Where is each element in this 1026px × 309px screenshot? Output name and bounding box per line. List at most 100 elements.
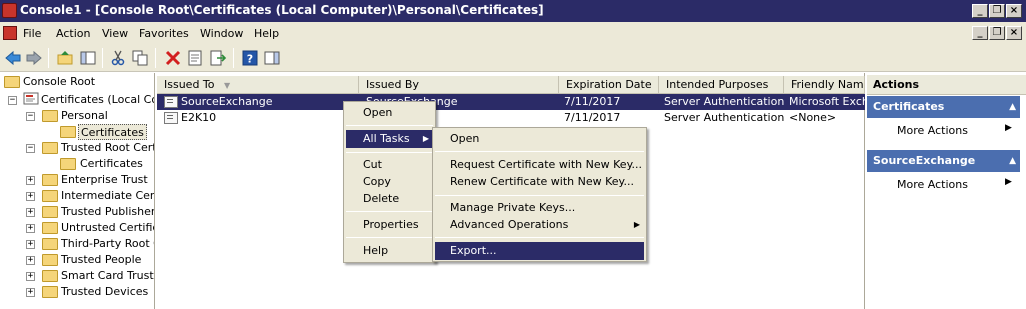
tree-certificates-local-computer[interactable]: Certificates (Local Com: [41, 92, 154, 108]
collapse-icon[interactable]: −: [26, 112, 35, 121]
cell-expiration-date: 7/11/2017: [564, 111, 621, 124]
child-restore-button[interactable]: ❐: [989, 26, 1005, 40]
show-hide-action-pane-icon[interactable]: [263, 49, 281, 67]
table-row[interactable]: SourceExchange SourceExchange 7/11/2017 …: [157, 94, 865, 110]
delete-icon[interactable]: [164, 49, 182, 67]
tree-third-party-root[interactable]: Third-Party Root C: [61, 236, 154, 252]
expand-icon[interactable]: +: [26, 208, 35, 217]
toolbar-separator: [102, 48, 103, 68]
restore-button[interactable]: ❐: [989, 4, 1005, 18]
table-row[interactable]: E2K10 7/11/2017 Server Authentication <N…: [157, 110, 865, 126]
submenu-manage-private-keys[interactable]: Manage Private Keys...: [433, 199, 646, 217]
context-cut[interactable]: Cut: [344, 156, 435, 174]
close-button[interactable]: ×: [1006, 4, 1022, 18]
actions-section-sourceexchange[interactable]: SourceExchange ▲: [867, 150, 1020, 172]
folder-icon: [42, 142, 58, 154]
submenu-advanced-operations[interactable]: Advanced Operations ▶: [433, 216, 646, 234]
expand-icon[interactable]: +: [26, 176, 35, 185]
column-header-friendly-name[interactable]: Friendly Name: [784, 76, 865, 94]
tree-personal-certificates[interactable]: Certificates: [78, 124, 147, 140]
cell-expiration-date: 7/11/2017: [564, 95, 621, 108]
column-header-intended-purposes[interactable]: Intended Purposes: [659, 76, 784, 94]
context-all-tasks[interactable]: All Tasks ▶: [346, 130, 433, 148]
actions-section-certificates[interactable]: Certificates ▲: [867, 96, 1020, 118]
all-tasks-submenu: Open Request Certificate with New Key...…: [432, 127, 647, 262]
column-header-issued-to[interactable]: Issued To ▼: [157, 76, 359, 94]
cell-issued-to: E2K10: [181, 111, 217, 124]
expand-icon[interactable]: +: [26, 240, 35, 249]
toolbar: ?: [0, 44, 1026, 72]
tree-console-root[interactable]: Console Root: [23, 74, 95, 90]
menu-view[interactable]: View: [102, 27, 128, 40]
minimize-button[interactable]: _: [972, 4, 988, 18]
submenu-arrow-icon: ▶: [1005, 177, 1012, 187]
help-icon[interactable]: ?: [241, 49, 259, 67]
column-header-expiration-date[interactable]: Expiration Date: [559, 76, 659, 94]
cell-intended-purposes: Server Authentication: [664, 95, 784, 108]
menu-bar: File Action View Favorites Window Help _…: [0, 22, 1026, 44]
column-header-issued-by[interactable]: Issued By: [359, 76, 559, 94]
up-folder-icon[interactable]: [56, 49, 74, 67]
menu-help[interactable]: Help: [254, 27, 279, 40]
toolbar-separator: [48, 48, 49, 68]
menu-file[interactable]: File: [23, 27, 41, 40]
folder-icon: [42, 110, 58, 122]
cut-icon[interactable]: [109, 49, 127, 67]
collapse-icon[interactable]: −: [8, 96, 17, 105]
tree-personal[interactable]: Personal: [61, 108, 108, 124]
export-list-icon[interactable]: [209, 49, 227, 67]
properties-icon[interactable]: [186, 49, 204, 67]
folder-icon: [42, 286, 58, 298]
column-header-label: Friendly Name: [791, 78, 865, 91]
expand-icon[interactable]: +: [26, 256, 35, 265]
tree-trusted-root-certificates[interactable]: Certificates: [80, 156, 143, 172]
child-minimize-button[interactable]: _: [972, 26, 988, 40]
context-menu: Open All Tasks ▶ Cut Copy Delete Properti…: [343, 101, 436, 263]
folder-icon: [42, 238, 58, 250]
menu-separator: [435, 195, 644, 196]
back-arrow-icon[interactable]: [4, 49, 22, 67]
submenu-open[interactable]: Open: [433, 130, 646, 148]
section-label: Certificates: [873, 100, 945, 113]
context-properties[interactable]: Properties: [344, 216, 435, 234]
collapse-arrow-icon[interactable]: ▲: [1009, 150, 1016, 172]
context-open[interactable]: Open: [344, 104, 435, 122]
menu-window[interactable]: Window: [200, 27, 243, 40]
submenu-renew-certificate-new-key[interactable]: Renew Certificate with New Key...: [433, 173, 646, 191]
context-copy[interactable]: Copy: [344, 173, 435, 191]
console-menu-icon[interactable]: [3, 26, 17, 40]
certificate-store-icon: [23, 92, 39, 105]
tree-intermediate[interactable]: Intermediate Certif: [61, 188, 154, 204]
tree-trusted-people[interactable]: Trusted People: [61, 252, 141, 268]
more-actions-certificates[interactable]: More Actions: [897, 124, 968, 137]
copy-icon[interactable]: [131, 49, 149, 67]
toolbar-separator: [155, 48, 156, 68]
column-header-label: Issued By: [366, 78, 419, 91]
forward-arrow-icon[interactable]: [25, 49, 43, 67]
tree-untrusted[interactable]: Untrusted Certifica: [61, 220, 154, 236]
tree-trusted-root[interactable]: Trusted Root Certi: [61, 140, 154, 156]
submenu-export[interactable]: Export...: [435, 242, 644, 260]
child-close-button[interactable]: ×: [1006, 26, 1022, 40]
collapse-arrow-icon[interactable]: ▲: [1009, 96, 1016, 118]
context-delete[interactable]: Delete: [344, 190, 435, 208]
tree-enterprise-trust[interactable]: Enterprise Trust: [61, 172, 148, 188]
show-hide-tree-icon[interactable]: [79, 49, 97, 67]
more-actions-sourceexchange[interactable]: More Actions: [897, 178, 968, 191]
expand-icon[interactable]: +: [26, 272, 35, 281]
folder-icon: [4, 76, 20, 88]
expand-icon[interactable]: +: [26, 288, 35, 297]
mmc-app-icon[interactable]: [2, 3, 17, 18]
actions-pane: Actions Certificates ▲ More Actions ▶ Sou…: [867, 73, 1026, 309]
submenu-request-certificate-new-key[interactable]: Request Certificate with New Key...: [433, 156, 646, 174]
menu-favorites[interactable]: Favorites: [139, 27, 189, 40]
tree-trusted-publishers[interactable]: Trusted Publishers: [61, 204, 154, 220]
collapse-icon[interactable]: −: [26, 144, 35, 153]
tree-smart-card-trusted[interactable]: Smart Card Trusted: [61, 268, 154, 284]
expand-icon[interactable]: +: [26, 192, 35, 201]
tree-trusted-devices[interactable]: Trusted Devices: [61, 284, 148, 300]
context-help[interactable]: Help: [344, 242, 435, 260]
sort-descending-icon: ▼: [224, 81, 231, 90]
menu-action[interactable]: Action: [56, 27, 90, 40]
expand-icon[interactable]: +: [26, 224, 35, 233]
